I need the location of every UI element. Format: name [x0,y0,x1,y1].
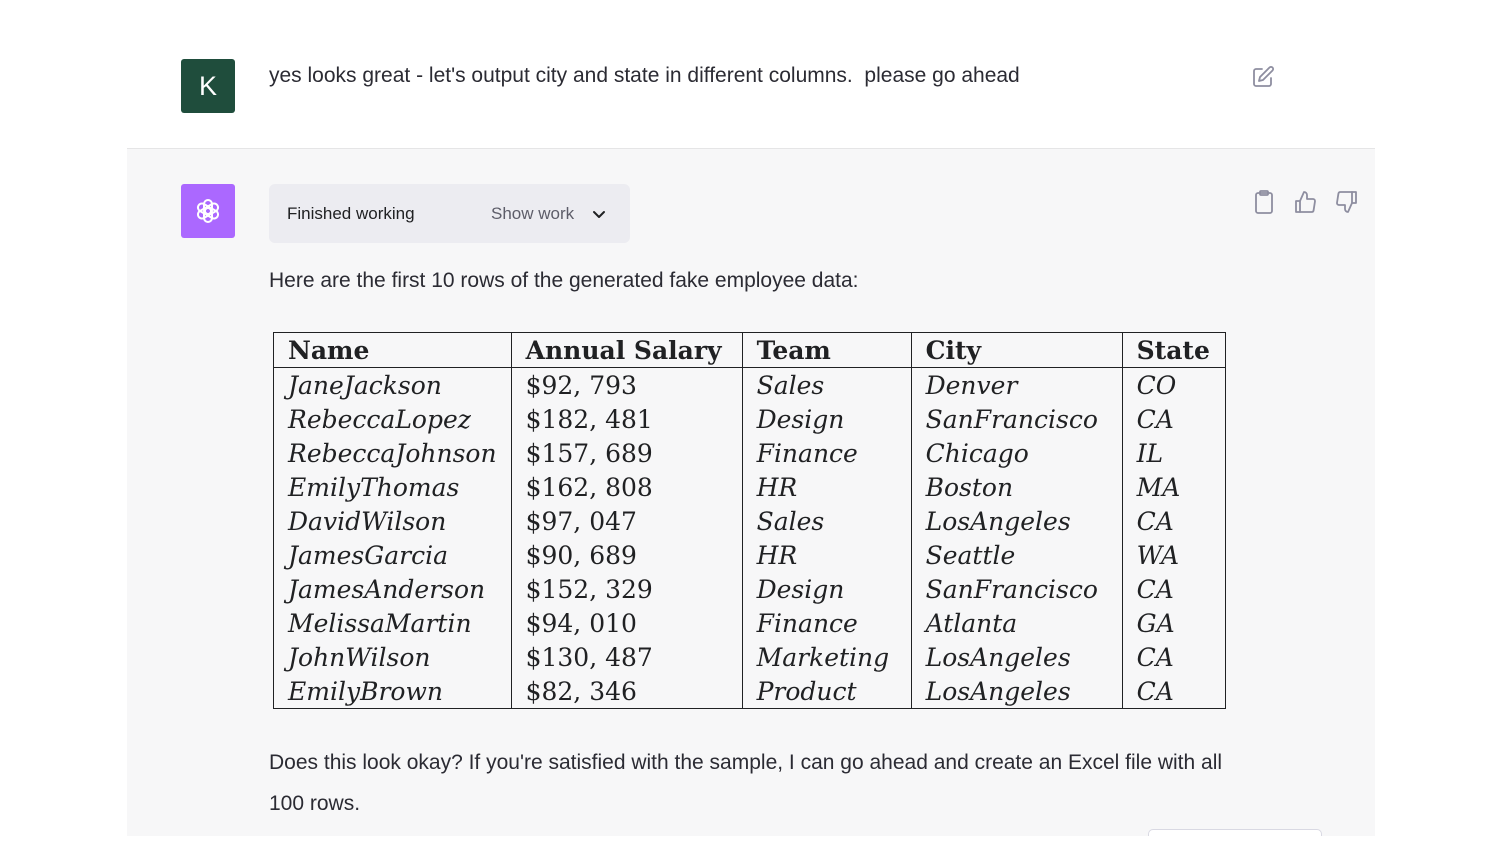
cell-city: SanFrancisco [910,402,1123,436]
cell-state: CA [1121,402,1226,436]
cell-team: HR [741,538,912,572]
assistant-outro-text: Does this look okay? If you're satisfied… [269,751,1223,815]
user-message-text: yes looks great - let's output city and … [269,64,1020,87]
cell-salary: $92, 793 [510,367,743,402]
cell-salary: $162, 808 [510,470,743,504]
clipboard-icon[interactable] [1252,189,1276,215]
column-header-name: Name [273,332,512,368]
cell-team: Marketing [741,640,912,674]
assistant-avatar [181,184,235,238]
table-row: RebeccaLopez $182, 481 Design SanFrancisco C… [274,402,1226,436]
edit-icon[interactable] [1251,65,1275,89]
work-status-label: Finished working [287,204,415,223]
thumbs-up-icon[interactable] [1293,189,1317,215]
table-row: JohnWilson $130, 487 Marketing LosAngeles CA [274,640,1226,674]
employee-table: Name Annual Salary Team City State JaneJ… [273,332,1226,709]
table-row: JamesGarcia $90, 689 HR Seattle WA [274,538,1226,572]
cell-state: CA [1121,640,1226,674]
cell-name: DavidWilson [288,506,447,536]
assistant-message-row: Finished working Show work Here are the … [127,149,1375,836]
cell-name: EmilyThomas [288,472,460,502]
cell-state: CA [1121,674,1226,709]
cell-name: EmilyBrown [288,676,443,706]
cell-name: JamesGarcia [288,540,448,570]
cell-city: Boston [910,470,1123,504]
openai-logo-icon [196,199,220,223]
table-row: JaneJackson $92, 793 Sales Denver CO [274,367,1226,402]
chat-thread: K yes looks great - let's output city an… [127,36,1375,836]
cell-city: LosAngeles [910,640,1123,674]
table-header-row: Name Annual Salary Team City State [273,332,1226,368]
cell-state: GA [1121,606,1226,640]
cell-state: WA [1121,538,1226,572]
table-row: JamesAnderson $152, 329 Design SanFrancisco… [274,572,1226,606]
column-header-city: City [910,332,1123,368]
cell-name: JamesAnderson [288,574,486,604]
cell-name: RebeccaJohnson [288,438,497,468]
assistant-intro-text: Here are the first 10 rows of the genera… [269,269,859,292]
column-header-salary: Annual Salary [510,332,743,368]
cell-state: IL [1121,436,1226,470]
cell-team: Finance [741,436,912,470]
cell-city: Seattle [910,538,1123,572]
cell-name: RebeccaLopez [288,404,471,434]
cell-team: Design [741,402,912,436]
chevron-down-icon [593,211,605,218]
cell-name: JohnWilson [288,642,431,672]
cell-city: Denver [910,367,1123,402]
show-work-label: Show work [491,204,575,223]
cell-salary: $130, 487 [510,640,743,674]
table-row: EmilyBrown $82, 346 Product LosAngeles CA [274,674,1226,709]
user-message-row: K yes looks great - let's output city an… [127,36,1375,149]
thumbs-down-icon[interactable] [1335,189,1359,215]
work-status-pill: Finished working Show work [269,184,630,243]
column-header-team: Team [741,332,912,368]
show-work-button[interactable]: Show work [491,204,605,224]
user-avatar: K [181,59,235,113]
cell-team: Design [741,572,912,606]
table-row: RebeccaJohnson $157, 689 Finance Chicago IL [274,436,1226,470]
cell-name: MelissaMartin [288,608,472,638]
cell-state: CA [1121,504,1226,538]
cell-team: Finance [741,606,912,640]
cell-state: MA [1121,470,1226,504]
cell-city: SanFrancisco [910,572,1123,606]
table-body: JaneJackson $92, 793 Sales Denver CO RebeccaL… [274,367,1226,709]
regenerate-button[interactable] [1148,829,1322,836]
cell-salary: $82, 346 [510,674,743,709]
cell-salary: $94, 010 [510,606,743,640]
cell-team: Sales [741,367,912,402]
cell-team: Sales [741,504,912,538]
cell-salary: $152, 329 [510,572,743,606]
column-header-state: State [1121,332,1226,368]
cell-city: Chicago [910,436,1123,470]
cell-state: CA [1121,572,1226,606]
cell-state: CO [1121,367,1226,402]
cell-salary: $157, 689 [510,436,743,470]
cell-name: JaneJackson [288,370,442,400]
cell-salary: $97, 047 [510,504,743,538]
cell-team: HR [741,470,912,504]
table-row: MelissaMartin $94, 010 Finance Atlanta GA [274,606,1226,640]
cell-city: LosAngeles [910,674,1123,709]
table-row: EmilyThomas $162, 808 HR Boston MA [274,470,1226,504]
cell-city: Atlanta [910,606,1123,640]
cell-salary: $90, 689 [510,538,743,572]
cell-city: LosAngeles [910,504,1123,538]
table-row: DavidWilson $97, 047 Sales LosAngeles CA [274,504,1226,538]
cell-team: Product [741,674,912,709]
cell-salary: $182, 481 [510,402,743,436]
